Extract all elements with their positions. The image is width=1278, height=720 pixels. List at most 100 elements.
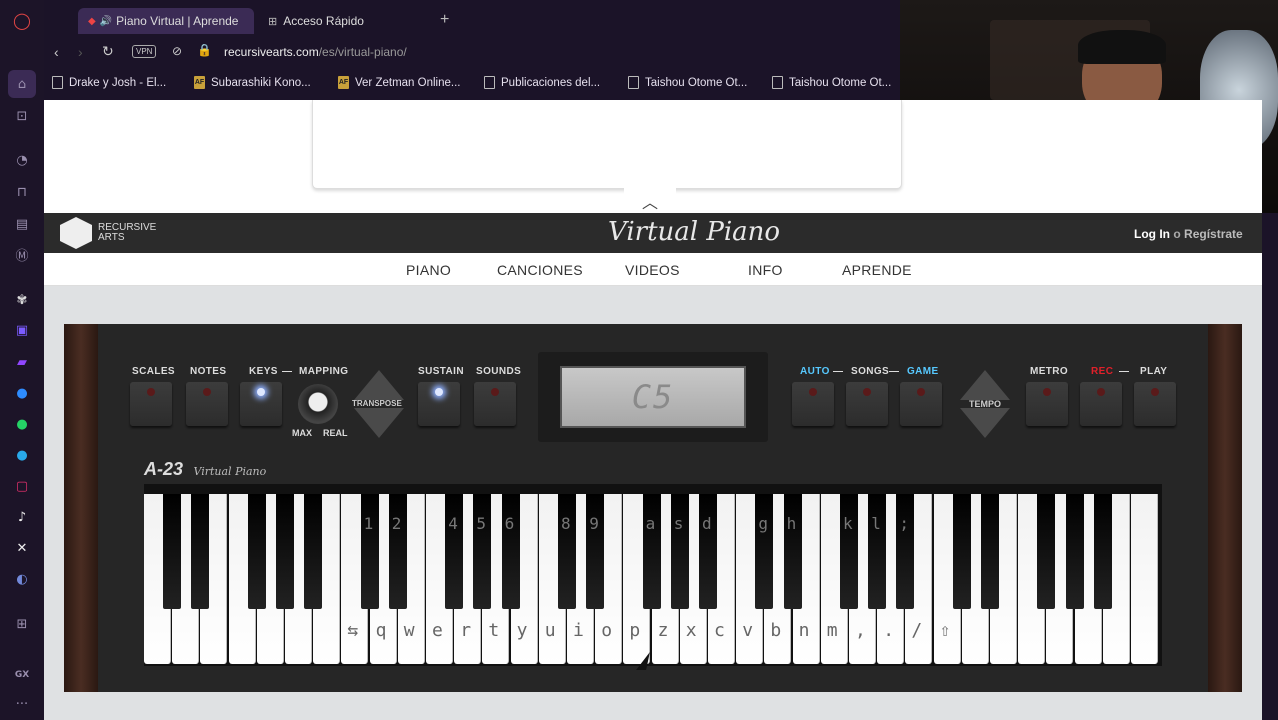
vpn-badge[interactable]: VPN bbox=[132, 45, 157, 58]
url-input[interactable]: recursivearts.com/es/virtual-piano/ bbox=[224, 45, 407, 59]
black-key[interactable] bbox=[1037, 494, 1056, 609]
bookmark-4[interactable]: Publicaciones del... bbox=[484, 76, 600, 89]
tempo-up-button[interactable] bbox=[960, 370, 1010, 400]
nav-canciones[interactable]: CANCIONES bbox=[497, 262, 583, 278]
bookmark-2[interactable]: AF Subarashiki Kono... bbox=[194, 76, 311, 89]
black-key[interactable]: s bbox=[670, 494, 689, 609]
black-key[interactable]: 4 bbox=[445, 494, 464, 609]
black-key[interactable]: g bbox=[755, 494, 774, 609]
white-key-label: y bbox=[516, 620, 528, 641]
forward-icon[interactable]: › bbox=[78, 44, 83, 60]
back-icon[interactable]: ‹ bbox=[54, 44, 59, 60]
whatsapp-icon[interactable]: ● bbox=[12, 414, 32, 434]
m-icon[interactable]: Ⓜ bbox=[12, 244, 32, 264]
tiktok-icon[interactable]: ♪ bbox=[12, 507, 32, 527]
css-icon[interactable]: ▣ bbox=[12, 320, 32, 340]
black-key[interactable]: d bbox=[699, 494, 717, 609]
collapse-ad-button[interactable]: ︿ bbox=[624, 188, 676, 213]
black-key[interactable] bbox=[163, 494, 182, 609]
instagram-icon[interactable]: ▢ bbox=[12, 476, 32, 496]
play-led bbox=[1151, 388, 1159, 396]
telegram-icon[interactable]: ● bbox=[12, 445, 32, 465]
opera-logo-icon[interactable]: ◯ bbox=[12, 10, 32, 30]
black-key[interactable]: 9 bbox=[586, 494, 605, 609]
white-key[interactable] bbox=[1131, 494, 1158, 664]
black-key[interactable]: ; bbox=[896, 494, 915, 609]
black-key[interactable]: 2 bbox=[388, 494, 407, 609]
speaker-icon[interactable]: 🔊 bbox=[100, 16, 112, 27]
black-key[interactable] bbox=[1065, 494, 1084, 609]
bookmark-5[interactable]: Taishou Otome Ot... bbox=[628, 76, 747, 89]
home-icon[interactable]: ⌂ bbox=[12, 74, 32, 94]
black-key[interactable]: h bbox=[783, 494, 802, 609]
snapshot-icon[interactable]: ⊘ bbox=[172, 44, 182, 58]
twitch-icon[interactable]: ▰ bbox=[12, 352, 32, 372]
black-key[interactable]: l bbox=[868, 494, 887, 609]
metro-button[interactable] bbox=[1026, 382, 1068, 426]
recursive-arts-cube-icon[interactable] bbox=[60, 217, 92, 249]
af-icon: AF bbox=[338, 76, 349, 89]
transpose-down-button[interactable] bbox=[354, 408, 404, 438]
scales-led bbox=[147, 388, 155, 396]
nav-aprende[interactable]: APRENDE bbox=[842, 262, 912, 278]
scales-button[interactable] bbox=[130, 382, 172, 426]
tab-acceso-rapido[interactable]: ⊞ Acceso Rápido bbox=[258, 8, 428, 34]
login-link[interactable]: Log In bbox=[1134, 227, 1170, 241]
notes-button[interactable] bbox=[186, 382, 228, 426]
black-key[interactable] bbox=[952, 494, 971, 609]
x-icon[interactable]: ✕ bbox=[12, 538, 32, 558]
bookmark-6[interactable]: Taishou Otome Ot... bbox=[772, 76, 891, 89]
keys-button[interactable] bbox=[240, 382, 282, 426]
tempo-down-button[interactable] bbox=[960, 408, 1010, 438]
model-subtitle: Virtual Piano bbox=[193, 465, 267, 478]
bookmark-3[interactable]: AF Ver Zetman Online... bbox=[338, 76, 460, 89]
black-key[interactable] bbox=[1093, 494, 1112, 609]
black-key[interactable] bbox=[191, 494, 210, 609]
discord-icon[interactable]: ◐ bbox=[12, 569, 32, 589]
reload-icon[interactable]: ↻ bbox=[102, 43, 114, 60]
notes-label: NOTES bbox=[190, 366, 227, 377]
auto-button[interactable] bbox=[792, 382, 834, 426]
black-key[interactable]: a bbox=[642, 494, 661, 609]
messenger-icon[interactable]: ● bbox=[12, 383, 32, 403]
rec-button[interactable] bbox=[1080, 382, 1122, 426]
black-key[interactable] bbox=[247, 494, 266, 609]
bookmark-1[interactable]: Drake y Josh - El... bbox=[52, 76, 166, 89]
black-key-label: l bbox=[871, 514, 881, 533]
bag-icon[interactable]: ⊓ bbox=[12, 182, 32, 202]
clock-icon[interactable]: ◔ bbox=[12, 150, 32, 170]
gx-icon[interactable]: GX bbox=[12, 665, 32, 685]
gamepad-icon[interactable]: ⊡ bbox=[12, 106, 32, 126]
transpose-up-button[interactable] bbox=[354, 370, 404, 400]
new-tab-button[interactable]: + bbox=[440, 11, 449, 29]
black-key[interactable] bbox=[276, 494, 294, 609]
black-key[interactable]: 1 bbox=[360, 494, 379, 609]
mapping-knob[interactable] bbox=[298, 384, 338, 424]
openai-icon[interactable]: ✾ bbox=[12, 290, 32, 310]
nav-piano[interactable]: PIANO bbox=[406, 262, 451, 278]
tab-piano-virtual[interactable]: ◆ 🔊 Piano Virtual | Aprende bbox=[78, 8, 254, 34]
black-key[interactable]: 5 bbox=[473, 494, 492, 609]
lock-icon[interactable]: 🔒 bbox=[197, 43, 212, 57]
black-key[interactable]: k bbox=[840, 494, 858, 609]
black-key[interactable]: 8 bbox=[558, 494, 576, 609]
play-button[interactable] bbox=[1134, 382, 1176, 426]
sustain-button[interactable] bbox=[418, 382, 460, 426]
sounds-button[interactable] bbox=[474, 382, 516, 426]
grid-icon[interactable]: ⊞ bbox=[12, 614, 32, 634]
chart-icon[interactable]: ▤ bbox=[12, 214, 32, 234]
virtual-piano-logo[interactable]: Virtual Piano bbox=[608, 217, 780, 247]
black-key[interactable]: 6 bbox=[501, 494, 520, 609]
black-key[interactable] bbox=[304, 494, 323, 609]
white-key-label: i bbox=[573, 620, 584, 641]
songs-button[interactable] bbox=[846, 382, 888, 426]
nav-videos[interactable]: VIDEOS bbox=[625, 262, 680, 278]
nav-info[interactable]: INFO bbox=[748, 262, 783, 278]
game-button[interactable] bbox=[900, 382, 942, 426]
more-icon[interactable]: ··· bbox=[12, 694, 32, 714]
register-link[interactable]: Regístrate bbox=[1184, 227, 1243, 241]
white-key-label: , bbox=[855, 620, 866, 641]
brand-text[interactable]: RECURSIVE ARTS bbox=[98, 223, 156, 243]
black-key[interactable] bbox=[981, 494, 999, 609]
keys-led bbox=[257, 388, 265, 396]
